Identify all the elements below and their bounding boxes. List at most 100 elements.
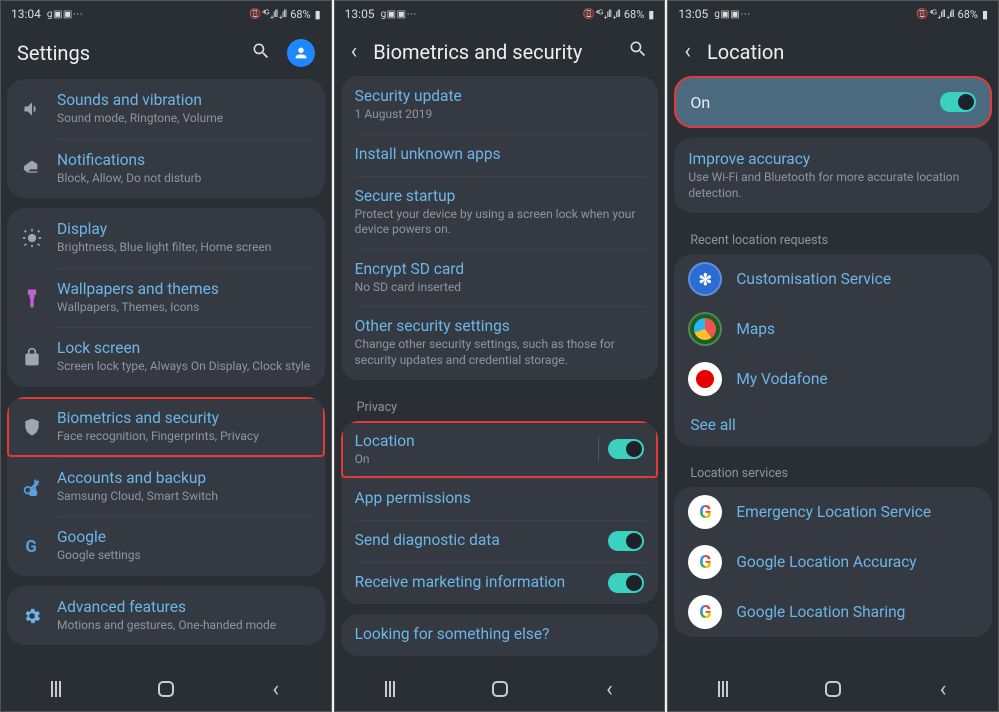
google-icon: G bbox=[688, 495, 722, 529]
nav-bar: ‹ bbox=[668, 667, 998, 711]
toggle[interactable] bbox=[608, 531, 644, 551]
customisation-icon: ✻ bbox=[688, 262, 722, 296]
row-subtitle: On bbox=[355, 452, 595, 468]
row-subtitle: Brightness, Blue light filter, Home scre… bbox=[57, 240, 311, 256]
nav-home-button[interactable] bbox=[470, 681, 530, 697]
row-title: Accounts and backup bbox=[57, 469, 311, 487]
settings-row-notifications[interactable]: NotificationsBlock, Allow, Do not distur… bbox=[7, 139, 325, 199]
row-subtitle: Protect your device by using a screen lo… bbox=[355, 207, 645, 238]
screen-settings: 13:04 g ▣ ▣ ⋯ 📵 ⁴ᴳ ₊ıll ₊ıll 68% ▮ Setti… bbox=[0, 0, 332, 712]
lock-icon bbox=[21, 347, 43, 367]
shield-icon bbox=[21, 417, 43, 437]
security-row-security-update[interactable]: Security update1 August 2019 bbox=[341, 76, 659, 134]
profile-avatar[interactable] bbox=[287, 39, 315, 67]
search-icon[interactable] bbox=[628, 39, 648, 64]
back-icon[interactable]: ‹ bbox=[351, 39, 358, 64]
vodafone-icon bbox=[688, 362, 722, 396]
settings-row-lock-screen[interactable]: Lock screenScreen lock type, Always On D… bbox=[7, 327, 325, 387]
screen-location: 13:05 g ▣ ▣ ⋯ 📵 ⁴ᴳ ₊ıll ₊ıll 68% ▮ ‹ Loc… bbox=[667, 0, 999, 712]
row-title: Display bbox=[57, 220, 311, 238]
service-google-location-accuracy[interactable]: GGoogle Location Accuracy bbox=[674, 537, 992, 587]
key-icon bbox=[21, 476, 43, 496]
status-notif-icons: g ▣ ▣ ⋯ bbox=[714, 9, 749, 20]
row-title: Improve accuracy bbox=[688, 150, 978, 168]
nav-home-button[interactable] bbox=[803, 681, 863, 697]
status-battery: 68% bbox=[290, 8, 310, 21]
row-subtitle: Google settings bbox=[57, 548, 311, 564]
status-signal-icons: 📵 ⁴ᴳ ₊ıll ₊ıll bbox=[916, 9, 953, 20]
security-list[interactable]: Security update1 August 2019Install unkn… bbox=[335, 76, 665, 667]
recent-app-my-vodafone[interactable]: My Vodafone bbox=[674, 354, 992, 404]
app-bar: ‹ Biometrics and security bbox=[335, 27, 665, 76]
settings-row-sounds-and-vibration[interactable]: Sounds and vibrationSound mode, Ringtone… bbox=[7, 79, 325, 139]
nav-recents-button[interactable] bbox=[693, 681, 753, 697]
status-battery: 68% bbox=[624, 8, 644, 21]
nav-bar: ‹ bbox=[335, 667, 665, 711]
security-row-secure-startup[interactable]: Secure startupProtect your device by usi… bbox=[341, 176, 659, 249]
row-title: Notifications bbox=[57, 151, 311, 169]
settings-row-biometrics-and-security[interactable]: Biometrics and securityFace recognition,… bbox=[7, 397, 325, 457]
nav-back-button[interactable]: ‹ bbox=[246, 677, 306, 702]
nav-back-button[interactable]: ‹ bbox=[579, 677, 639, 702]
status-bar: 13:04 g ▣ ▣ ⋯ 📵 ⁴ᴳ ₊ıll ₊ıll 68% ▮ bbox=[1, 1, 331, 27]
improve-accuracy-row[interactable]: Improve accuracy Use Wi-Fi and Bluetooth… bbox=[674, 138, 992, 213]
location-toggle[interactable] bbox=[940, 92, 976, 112]
row-subtitle: Use Wi-Fi and Bluetooth for more accurat… bbox=[688, 170, 978, 201]
security-row-encrypt-sd-card[interactable]: Encrypt SD cardNo SD card inserted bbox=[341, 249, 659, 307]
row-title: Google bbox=[57, 528, 311, 546]
row-subtitle: Screen lock type, Always On Display, Clo… bbox=[57, 359, 311, 375]
battery-icon: ▮ bbox=[648, 8, 654, 21]
status-time: 13:05 bbox=[345, 7, 375, 21]
gear-icon bbox=[21, 606, 43, 626]
settings-row-advanced-features[interactable]: Advanced featuresMotions and gestures, O… bbox=[7, 586, 325, 646]
status-battery: 68% bbox=[958, 8, 978, 21]
service-google-location-sharing[interactable]: GGoogle Location Sharing bbox=[674, 587, 992, 637]
row-subtitle: 1 August 2019 bbox=[355, 107, 645, 123]
toggle[interactable] bbox=[608, 573, 644, 593]
status-notif-icons: g ▣ ▣ ⋯ bbox=[381, 9, 416, 20]
page-title: Biometrics and security bbox=[373, 40, 612, 64]
location-master-toggle-row[interactable]: On bbox=[674, 76, 992, 128]
privacy-row-receive-marketing-information[interactable]: Receive marketing information bbox=[341, 562, 659, 604]
settings-row-accounts-and-backup[interactable]: Accounts and backupSamsung Cloud, Smart … bbox=[7, 457, 325, 517]
service-emergency-location-service[interactable]: GEmergency Location Service bbox=[674, 487, 992, 537]
nav-recents-button[interactable] bbox=[360, 681, 420, 697]
brush-icon bbox=[21, 288, 43, 308]
row-title: Advanced features bbox=[57, 598, 311, 616]
location-on-label: On bbox=[690, 93, 710, 112]
privacy-row-location[interactable]: LocationOn bbox=[341, 421, 659, 479]
back-icon[interactable]: ‹ bbox=[684, 39, 691, 64]
toggle[interactable] bbox=[608, 439, 644, 459]
status-time: 13:05 bbox=[678, 7, 708, 21]
google-icon: G bbox=[21, 536, 43, 556]
security-row-install-unknown-apps[interactable]: Install unknown apps bbox=[341, 134, 659, 176]
settings-row-display[interactable]: Display Brightness, Blue light filter, Ho… bbox=[7, 208, 325, 268]
nav-home-button[interactable] bbox=[136, 681, 196, 697]
page-title: Settings bbox=[17, 41, 235, 65]
row-title: Other security settings bbox=[355, 317, 645, 335]
settings-list[interactable]: Sounds and vibrationSound mode, Ringtone… bbox=[1, 79, 331, 667]
svg-text:G: G bbox=[25, 538, 36, 556]
privacy-row-app-permissions[interactable]: App permissions bbox=[341, 478, 659, 520]
recent-requests-label: Recent location requests bbox=[674, 223, 992, 254]
nav-back-button[interactable]: ‹ bbox=[913, 677, 973, 702]
privacy-row-send-diagnostic-data[interactable]: Send diagnostic data bbox=[341, 520, 659, 562]
recent-app-customisation-service[interactable]: ✻Customisation Service bbox=[674, 254, 992, 304]
search-icon[interactable] bbox=[251, 41, 271, 66]
row-subtitle: Wallpapers, Themes, Icons bbox=[57, 300, 311, 316]
recent-app-maps[interactable]: Maps bbox=[674, 304, 992, 354]
settings-row-wallpapers-and-themes[interactable]: Wallpapers and themesWallpapers, Themes,… bbox=[7, 268, 325, 328]
row-title: Looking for something else? bbox=[355, 625, 645, 643]
location-list[interactable]: On Improve accuracy Use Wi-Fi and Blueto… bbox=[668, 76, 998, 667]
row-subtitle: Sound mode, Ringtone, Volume bbox=[57, 111, 311, 127]
looking-for-something-row[interactable]: Looking for something else? bbox=[341, 614, 659, 656]
status-time: 13:04 bbox=[11, 7, 41, 21]
settings-row-google[interactable]: G Google Google settings bbox=[7, 516, 325, 576]
security-row-other-security-settings[interactable]: Other security settingsChange other secu… bbox=[341, 306, 659, 379]
app-bar: Settings bbox=[1, 27, 331, 79]
status-signal-icons: 📵 ⁴ᴳ ₊ıll ₊ıll bbox=[249, 9, 286, 20]
sun-icon bbox=[21, 228, 43, 248]
app-bar: ‹ Location bbox=[668, 27, 998, 76]
nav-recents-button[interactable] bbox=[26, 681, 86, 697]
see-all-button[interactable]: See all bbox=[674, 404, 992, 446]
